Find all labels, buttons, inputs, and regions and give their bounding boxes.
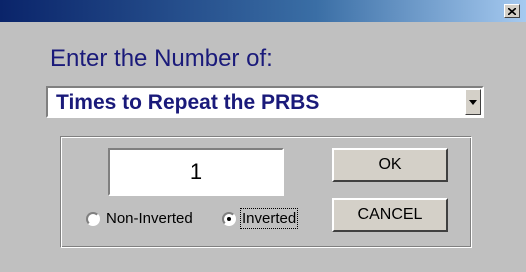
radio-button-icon[interactable] bbox=[86, 211, 100, 226]
radio-inverted[interactable]: Inverted bbox=[222, 208, 299, 229]
radio-non-inverted-label: Non-Inverted bbox=[106, 210, 193, 227]
parameter-select[interactable]: Times to Repeat the PRBS bbox=[46, 86, 484, 118]
prompt-label: Enter the Number of: bbox=[50, 45, 273, 72]
title-bar[interactable] bbox=[0, 0, 526, 22]
number-input[interactable]: 1 bbox=[108, 148, 284, 196]
dropdown-arrow-icon bbox=[469, 99, 477, 105]
close-button[interactable] bbox=[504, 4, 520, 18]
radio-non-inverted[interactable]: Non-Inverted bbox=[86, 210, 193, 227]
dialog-window: Enter the Number of: Times to Repeat the… bbox=[0, 0, 526, 272]
close-icon bbox=[508, 7, 516, 15]
dropdown-button[interactable] bbox=[465, 89, 481, 115]
radio-button-checked-icon[interactable] bbox=[222, 211, 236, 226]
radio-inverted-label: Inverted bbox=[239, 208, 299, 229]
cancel-button[interactable]: CANCEL bbox=[332, 198, 448, 232]
parameter-select-value: Times to Repeat the PRBS bbox=[56, 91, 320, 114]
ok-button[interactable]: OK bbox=[332, 148, 448, 182]
